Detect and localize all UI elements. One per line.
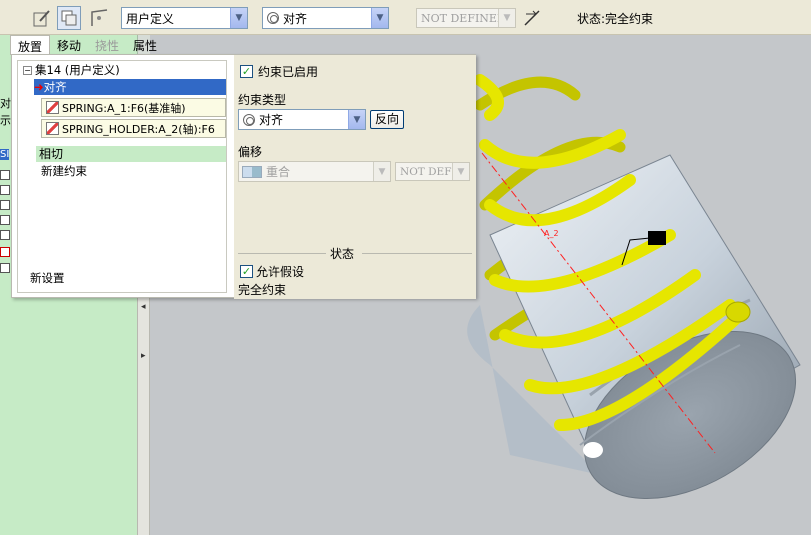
new-constraint-label: 新建约束 (41, 164, 87, 178)
chevron-left-icon[interactable]: ◂ (141, 302, 146, 312)
spring-end (725, 301, 751, 323)
tab-properties[interactable]: 属性 (126, 35, 164, 55)
flip-button[interactable]: 反向 (370, 110, 405, 129)
new-constraint-node[interactable]: 新建约束 (41, 163, 87, 179)
status-value: 完全约束 (238, 283, 287, 297)
offset-state-value: NOT DEFINED (421, 11, 498, 25)
new-set-node[interactable]: 新设置 (30, 270, 65, 286)
tree-fragment: 对 (0, 97, 11, 110)
constraint-tangent-node[interactable]: 相切 (36, 146, 226, 162)
chevron-down-icon: ▼ (230, 8, 247, 28)
tree-fragment: 示 (0, 114, 11, 127)
divider (362, 253, 472, 254)
chevron-down-icon: ▼ (452, 163, 469, 180)
arrow-right-icon: ➜ (34, 80, 44, 94)
allow-assumptions-checkbox[interactable]: ✓ (240, 265, 253, 278)
set-label: 集14 (用户定义) (35, 63, 120, 77)
allow-assumptions-label: 允许假设 (256, 265, 305, 279)
constraint-type-select[interactable]: 对齐 ▼ (262, 7, 389, 29)
tree-fragment: SI (0, 149, 10, 160)
status-text: 状态:完全约束 (577, 12, 654, 26)
collapse-icon[interactable]: − (23, 66, 32, 75)
divider (238, 253, 326, 254)
constraint-marker[interactable] (648, 231, 666, 245)
status-header: 状态 (330, 247, 355, 261)
enabled-label: 约束已启用 (258, 65, 319, 79)
reference-2-label: SPRING_HOLDER:A_2(轴):F6 (62, 122, 215, 136)
panel-splitter[interactable]: ◂ ▸ (137, 296, 150, 535)
tab-placement[interactable]: 放置 (10, 35, 51, 55)
set-node[interactable]: − 集14 (用户定义) (18, 62, 120, 78)
offset-state-dropdown-value: NOT DEFI (400, 165, 452, 178)
chevron-down-icon: ▼ (371, 8, 388, 28)
reference-collector-1[interactable]: SPRING:A_1:F6(基准轴) (41, 98, 226, 117)
tab-move[interactable]: 移动 (50, 35, 88, 55)
placement-panel: − 集14 (用户定义) ➜对齐 SPRING:A_1:F6(基准轴) SPRIN… (11, 54, 476, 299)
constraint-details: ✓ 约束已启用 约束类型 对齐 ▼ 反向 偏移 重合 ▼ NOT DEFI ▼ … (234, 55, 476, 299)
chevron-down-icon: ▼ (498, 9, 515, 27)
constraint-align-label: 对齐 (43, 80, 67, 94)
feature-icon (0, 230, 10, 240)
constraint-tree: − 集14 (用户定义) ➜对齐 SPRING:A_1:F6(基准轴) SPRIN… (17, 60, 227, 293)
align-icon (243, 113, 255, 126)
align-icon (267, 12, 279, 24)
dashboard-tabs: 放置 移动 挠性 属性 (10, 35, 164, 55)
chevron-right-icon[interactable]: ▸ (141, 351, 146, 361)
offset-state-dropdown[interactable]: NOT DEFI ▼ (395, 162, 470, 181)
coincident-icon (242, 165, 262, 178)
feature-icon (0, 263, 10, 273)
flip-direction-icon[interactable] (520, 6, 544, 30)
feature-icon (0, 185, 10, 195)
edit-constraint-icon[interactable] (30, 6, 54, 30)
enabled-checkbox[interactable]: ✓ (240, 65, 253, 78)
axis-label: A_2 (544, 229, 559, 238)
new-set-label: 新设置 (30, 271, 65, 285)
offset-type-value: 重合 (266, 165, 291, 179)
feature-icon (0, 200, 10, 210)
constraint-type-dropdown[interactable]: 对齐 ▼ (238, 109, 366, 130)
reference-1-label: SPRING:A_1:F6(基准轴) (62, 101, 186, 115)
constraint-align-node[interactable]: ➜对齐 (34, 79, 226, 95)
chevron-down-icon: ▼ (348, 110, 365, 129)
chevron-down-icon: ▼ (373, 162, 390, 181)
constraint-tangent-label: 相切 (39, 147, 64, 161)
reference-collector-2[interactable]: SPRING_HOLDER:A_2(轴):F6 (41, 119, 226, 138)
set-type-select[interactable]: 用户定义 ▼ (121, 7, 248, 29)
constraint-type-label: 约束类型 (238, 93, 287, 107)
axis-reference-icon (46, 122, 59, 135)
feature-icon (0, 247, 10, 257)
tab-flexibility[interactable]: 挠性 (88, 35, 126, 55)
axis-reference-icon (46, 101, 59, 114)
feature-icon (0, 215, 10, 225)
constraint-type-dropdown-value: 对齐 (259, 113, 284, 127)
offset-type-dropdown[interactable]: 重合 ▼ (238, 161, 391, 182)
offset-state-select[interactable]: NOT DEFINED ▼ (416, 8, 516, 28)
set-type-value: 用户定义 (126, 11, 175, 26)
constraint-type-value: 对齐 (283, 11, 308, 26)
move-component-icon[interactable] (88, 6, 112, 30)
top-toolbar: 用户定义 ▼ 对齐 ▼ NOT DEFINED ▼ 状态:完全约束 (0, 0, 811, 35)
offset-label: 偏移 (238, 145, 263, 159)
feature-icon (0, 170, 10, 180)
separate-window-icon[interactable] (57, 6, 81, 30)
